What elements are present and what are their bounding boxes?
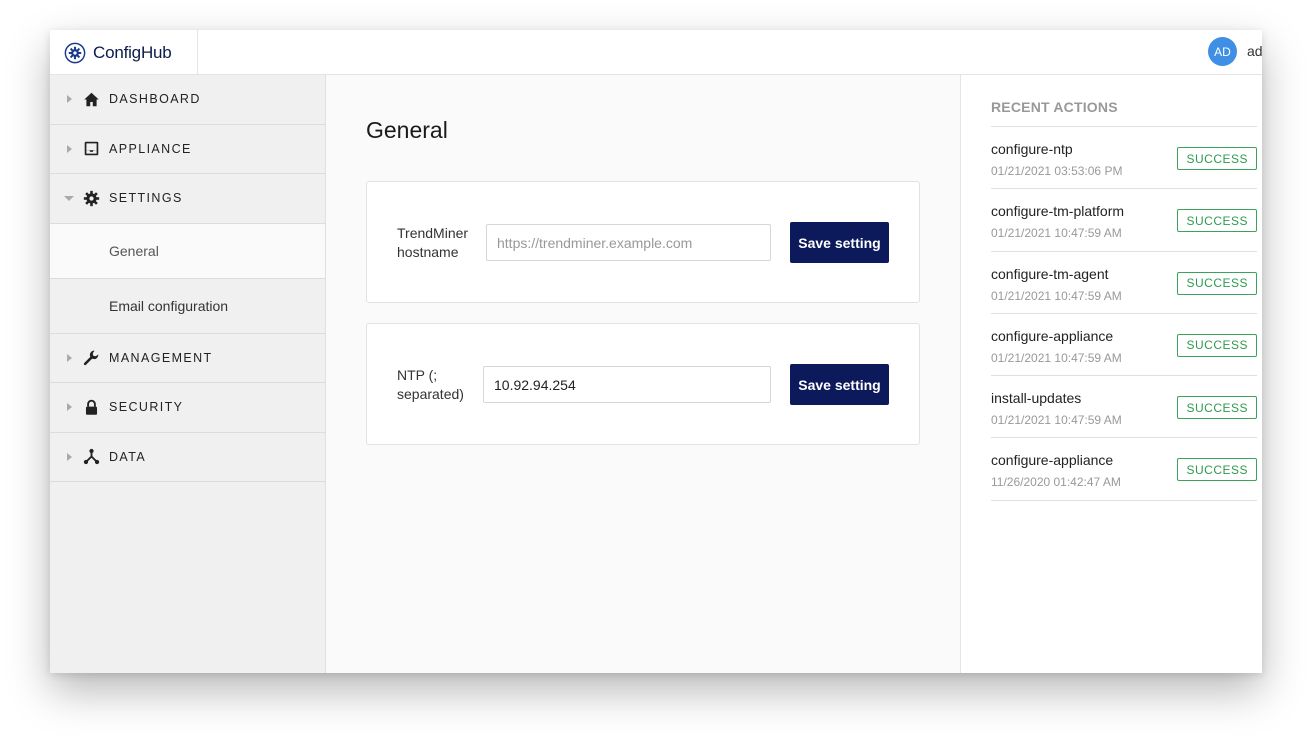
action-time: 01/21/2021 10:47:59 AM [991,350,1122,365]
sidebar: DASHBOARD APPLIANCE SETTINGS General Ema… [50,75,326,673]
sidebar-item-security[interactable]: SECURITY [50,383,325,433]
page-title: General [366,117,448,143]
main-content: General TrendMiner hostname Save setting… [327,75,960,673]
sidebar-item-data[interactable]: DATA [50,433,325,482]
recent-actions-list: configure-ntp 01/21/2021 03:53:06 PM SUC… [991,126,1257,501]
setting-label-trendminer-hostname: TrendMiner hostname [397,224,468,262]
user-avatar[interactable]: AD [1208,37,1237,66]
caret-right-icon [67,403,72,412]
setting-card-ntp: NTP (; separated) Save setting [366,323,920,445]
top-bar: ConfigHub AD ad [50,30,1262,75]
caret-right-icon [67,452,72,461]
list-item[interactable]: configure-tm-agent 01/21/2021 10:47:59 A… [991,252,1257,314]
trendminer-hostname-input[interactable] [486,224,771,261]
list-item[interactable]: configure-appliance 11/26/2020 01:42:47 … [991,438,1257,501]
action-time: 11/26/2020 01:42:47 AM [991,475,1121,490]
label-line: separated) [397,386,464,402]
gear-icon [83,190,100,206]
label-line: NTP (; [397,367,438,383]
sidebar-item-label: APPLIANCE [109,141,192,156]
sidebar-item-label: DATA [109,449,147,464]
label-line: hostname [397,244,459,260]
user-name[interactable]: ad [1247,43,1262,59]
status-badge: SUCCESS [1177,396,1257,420]
sidebar-item-label: SETTINGS [109,191,183,206]
inbox-icon [84,141,99,156]
status-badge: SUCCESS [1177,271,1257,295]
status-badge: SUCCESS [1177,333,1257,357]
sidebar-subitem-general[interactable]: General [50,223,325,279]
caret-right-icon [67,144,72,153]
label-line: TrendMiner [397,225,469,241]
sidebar-item-management[interactable]: MANAGEMENT [50,334,325,383]
status-badge: SUCCESS [1177,147,1257,170]
action-time: 01/21/2021 10:47:59 AM [991,288,1122,303]
action-name: install-updates [991,390,1082,407]
sidebar-item-label: DASHBOARD [109,92,201,107]
setting-card-trendminer-hostname: TrendMiner hostname Save setting [366,181,920,303]
action-time: 01/21/2021 10:47:59 AM [991,226,1122,241]
status-badge: SUCCESS [1177,458,1257,482]
sidebar-subitem-email-configuration[interactable]: Email configuration [50,279,325,334]
list-item[interactable]: configure-tm-platform 01/21/2021 10:47:5… [991,189,1257,252]
list-item[interactable]: configure-ntp 01/21/2021 03:53:06 PM SUC… [991,127,1257,190]
save-setting-button[interactable]: Save setting [790,364,889,405]
sidebar-item-settings[interactable]: SETTINGS [50,174,325,224]
sidebar-item-dashboard[interactable]: DASHBOARD [50,75,325,125]
brand-name: ConfigHub [93,42,172,62]
recent-actions-panel: RECENT ACTIONS configure-ntp 01/21/2021 … [960,75,1262,673]
status-badge: SUCCESS [1177,209,1257,233]
action-name: configure-tm-platform [991,203,1125,220]
list-item[interactable]: configure-appliance 01/21/2021 10:47:59 … [991,314,1257,377]
caret-right-icon [67,95,72,104]
lock-icon [85,399,98,415]
wrench-icon [83,350,99,366]
sidebar-item-appliance[interactable]: APPLIANCE [50,125,325,174]
sidebar-item-label: SECURITY [109,400,184,415]
confighub-logo-icon [64,42,86,63]
save-setting-button[interactable]: Save setting [790,222,889,263]
recent-actions-title: RECENT ACTIONS [991,99,1118,115]
action-time: 01/21/2021 03:53:06 PM [991,164,1123,178]
ntp-input[interactable] [483,366,771,403]
action-time: 01/21/2021 10:47:59 AM [991,413,1122,428]
sidebar-item-label: MANAGEMENT [109,350,213,365]
action-name: configure-ntp [991,141,1073,157]
action-name: configure-tm-agent [991,265,1109,282]
caret-right-icon [67,353,72,362]
action-name: configure-appliance [991,452,1114,469]
list-item[interactable]: install-updates 01/21/2021 10:47:59 AM S… [991,376,1257,439]
brand-logo[interactable]: ConfigHub [50,30,198,75]
action-name: configure-appliance [991,327,1114,344]
network-icon [83,449,100,465]
home-icon [84,92,99,107]
caret-down-icon [64,195,74,201]
app-window: ConfigHub AD ad DASHBOARD APPLIANCE SETT… [50,30,1262,673]
setting-label-ntp: NTP (; separated) [397,366,464,404]
